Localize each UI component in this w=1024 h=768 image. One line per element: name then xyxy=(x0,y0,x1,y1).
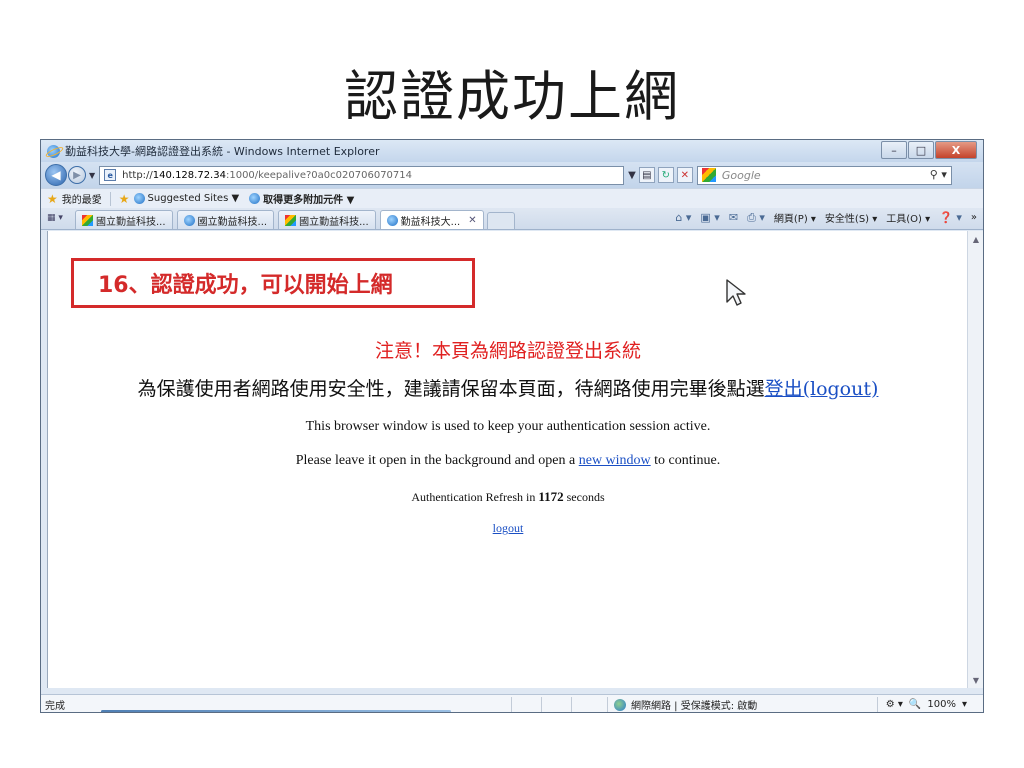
notice-title: 注意！本頁為網路認證登出系統 xyxy=(374,340,641,362)
close-tab-icon[interactable]: ✕ xyxy=(468,215,476,226)
zoom-control[interactable]: ⚙ ▾ 🔍 100% ▾ xyxy=(876,697,967,712)
url-input[interactable]: e http://140.128.72.34:1000/keepalive?0a… xyxy=(99,165,625,185)
url-text: http://140.128.72.34:1000/keepalive?0a0c… xyxy=(122,169,413,181)
favorites-star-icon: ★ xyxy=(47,191,58,206)
status-text: 完成 xyxy=(45,700,65,712)
ie-page-icon xyxy=(249,193,261,204)
tab-1[interactable]: 國立勤益科技... xyxy=(75,210,173,229)
favorites-bar: ★ 我的最愛 ★ Suggested Sites ▼ 取得更多附加元件 ▼ xyxy=(41,188,983,208)
forward-arrow-icon: ▶ xyxy=(73,169,81,181)
tools-menu[interactable]: 工具(O) ▾ xyxy=(886,210,930,225)
page-content: 16、認證成功，可以開始上網 注意！本頁為網路認證登出系統 為保護使用者網路使用… xyxy=(47,231,967,688)
status-bar: 完成 網際網路 | 受保護模式: 啟動 ⚙ ▾ 🔍 100% ▾ xyxy=(41,694,983,712)
divider xyxy=(511,697,512,712)
address-bar: ◀ ▶ ▼ e http://140.128.72.34:1000/keepal… xyxy=(41,162,983,188)
slide-title: 認證成功上網 xyxy=(344,65,680,128)
new-window-link[interactable]: new window xyxy=(579,453,651,468)
scroll-down-icon[interactable]: ▼ xyxy=(968,672,983,688)
zoom-icon: 🔍 xyxy=(908,699,922,710)
tab-4-active[interactable]: 勤益科技大... ✕ xyxy=(379,210,484,229)
window-controls: – □ X xyxy=(880,141,977,159)
zoom-dropdown-icon[interactable]: ▾ xyxy=(962,699,967,710)
search-placeholder: Google xyxy=(721,168,761,182)
new-window-info: Please leave it open in the background a… xyxy=(295,453,721,468)
ie-logo-icon xyxy=(47,144,60,158)
scroll-up-icon[interactable]: ▲ xyxy=(968,231,983,247)
session-info: This browser window is used to keep your… xyxy=(305,419,711,434)
search-icon[interactable]: ⚲ ▾ xyxy=(930,168,947,181)
zone-label: 網際網路 | 受保護模式: 啟動 xyxy=(631,701,758,712)
logout-row: logout xyxy=(48,521,968,536)
divider xyxy=(571,697,572,712)
zoom-level: 100% xyxy=(927,699,956,710)
tab-label: 國立勤益科技... xyxy=(299,216,369,228)
command-bar: ⌂ ▾ ▣ ▾ ✉ ⎙ ▾ 網頁(P) ▾ 安全性(S) ▾ 工具(O) ▾ ❓… xyxy=(675,210,977,226)
divider xyxy=(541,697,542,712)
compat-view-icon[interactable]: ▤ xyxy=(638,167,655,183)
logout-link[interactable]: logout xyxy=(493,521,524,535)
notice-line: 為保護使用者網路使用安全性，建議請保留本頁面，待網路使用完畢後點選登出(logo… xyxy=(137,378,879,400)
minimize-button[interactable]: – xyxy=(881,141,907,159)
tab-bar: ▦ ▾ 國立勤益科技... 國立勤益科技... 國立勤益科技... 勤益科技大.… xyxy=(41,208,983,230)
quick-tabs-icon[interactable]: ▦ ▾ xyxy=(47,210,71,226)
site-favicon-icon xyxy=(285,214,297,226)
vertical-scrollbar[interactable]: ▲ ▼ xyxy=(967,231,983,688)
lock-settings-icon[interactable]: ⚙ ▾ xyxy=(886,699,903,710)
tab-label: 國立勤益科技... xyxy=(197,216,268,228)
annotation-callout: 16、認證成功，可以開始上網 xyxy=(71,258,475,308)
overflow-icon[interactable]: » xyxy=(971,212,977,223)
address-tools: ▼ ▤ ↻ ✕ xyxy=(628,167,693,183)
search-input[interactable]: Google ⚲ ▾ xyxy=(696,165,952,185)
back-button[interactable]: ◀ xyxy=(45,164,67,186)
security-zone[interactable]: 網際網路 | 受保護模式: 啟動 xyxy=(607,697,757,712)
help-icon[interactable]: ❓ ▾ xyxy=(939,211,962,224)
favorites-button[interactable]: 我的最愛 xyxy=(62,191,102,206)
refresh-seconds: 1172 xyxy=(538,489,564,504)
ie-page-icon xyxy=(133,193,145,204)
tab-label: 勤益科技大... xyxy=(400,216,461,228)
print-icon[interactable]: ⎙ ▾ xyxy=(747,211,765,225)
ie-page-icon xyxy=(183,214,195,226)
progress-strip xyxy=(101,710,451,712)
mail-icon[interactable]: ✉ xyxy=(729,211,738,224)
maximize-button[interactable]: □ xyxy=(908,141,934,159)
home-icon[interactable]: ⌂ ▾ xyxy=(675,211,691,224)
stop-icon[interactable]: ✕ xyxy=(676,167,693,183)
history-dropdown-icon[interactable]: ▼ xyxy=(89,171,95,180)
get-addons-link[interactable]: 取得更多附加元件 ▼ xyxy=(263,191,354,206)
mouse-cursor-icon xyxy=(726,279,746,306)
tab-3[interactable]: 國立勤益科技... xyxy=(278,210,376,229)
back-arrow-icon: ◀ xyxy=(51,168,61,182)
globe-icon xyxy=(614,698,626,711)
refresh-info: Authentication Refresh in 1172 seconds xyxy=(411,489,605,504)
feeds-icon[interactable]: ▣ ▾ xyxy=(700,211,719,224)
suggested-sites-link[interactable]: Suggested Sites ▼ xyxy=(148,193,240,204)
safety-menu[interactable]: 安全性(S) ▾ xyxy=(825,210,877,225)
tab-2[interactable]: 國立勤益科技... xyxy=(176,210,275,229)
divider xyxy=(109,191,111,206)
close-button[interactable]: X xyxy=(935,141,977,159)
refresh-icon[interactable]: ↻ xyxy=(657,167,674,183)
ie-page-icon xyxy=(386,214,398,226)
logout-link-cn[interactable]: 登出(logout) xyxy=(765,378,879,400)
url-dropdown-icon[interactable]: ▼ xyxy=(628,170,636,181)
new-tab-button[interactable] xyxy=(486,212,515,229)
add-favorite-icon[interactable]: ★ xyxy=(119,192,130,206)
window-title: 勤益科技大學-網路認證登出系統 - Windows Internet Explo… xyxy=(65,145,380,158)
browser-window: 勤益科技大學-網路認證登出系統 - Windows Internet Explo… xyxy=(40,139,984,713)
page-icon: e xyxy=(104,169,117,181)
google-logo-icon xyxy=(701,168,716,182)
forward-button[interactable]: ▶ xyxy=(68,166,86,184)
title-bar: 勤益科技大學-網路認證登出系統 - Windows Internet Explo… xyxy=(41,140,983,162)
page-menu[interactable]: 網頁(P) ▾ xyxy=(774,210,816,225)
site-favicon-icon xyxy=(82,214,93,226)
tab-label: 國立勤益科技... xyxy=(96,216,166,228)
